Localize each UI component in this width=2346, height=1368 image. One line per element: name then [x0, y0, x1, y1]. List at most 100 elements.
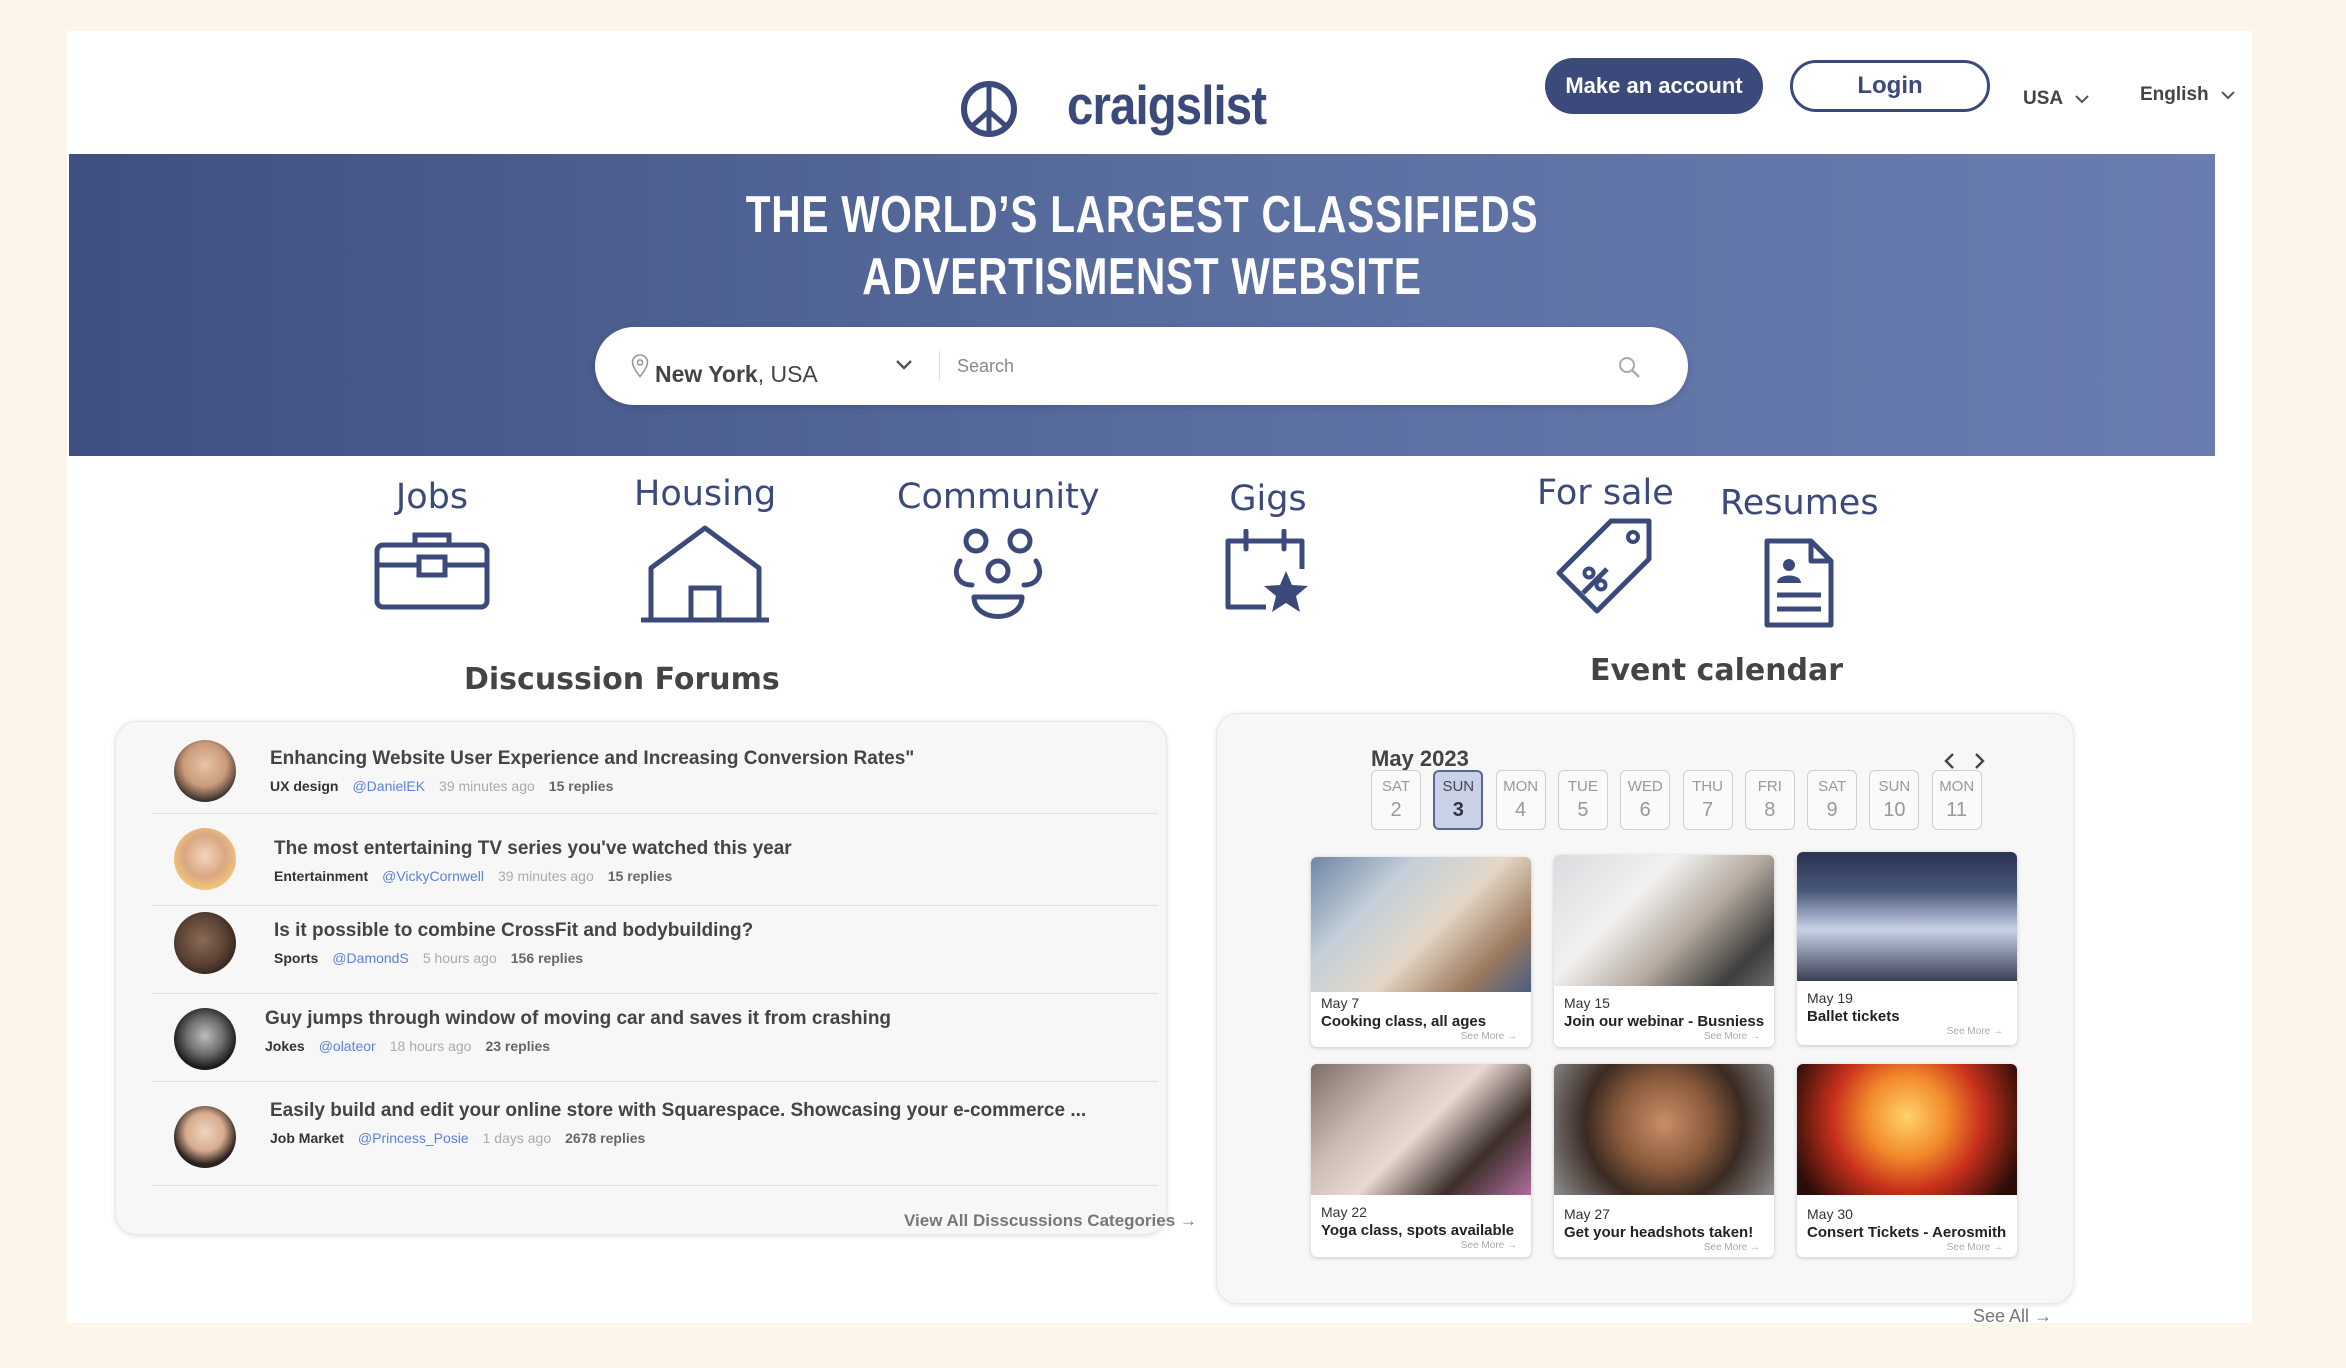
day-number: 2 [1390, 799, 1402, 821]
login-button[interactable]: Login [1790, 60, 1990, 112]
language-label: English [2140, 84, 2209, 105]
see-more-link[interactable]: See More → [1947, 1242, 2003, 1253]
forum-replies: 156 replies [510, 950, 584, 966]
category-for-sale[interactable]: For sale [1537, 473, 1674, 617]
see-all-events-link[interactable]: See All → [1973, 1306, 2052, 1327]
forum-time: 1 days ago [482, 1130, 552, 1146]
forum-row[interactable]: Easily build and edit your online store … [152, 1082, 1158, 1170]
forum-user[interactable]: @VickyCornwell [382, 868, 484, 884]
see-more-link[interactable]: See More → [1461, 1240, 1517, 1251]
forum-user[interactable]: @olateor [319, 1038, 376, 1054]
forum-category: Sports [274, 950, 319, 966]
event-title: Consert Tickets - Aerosmith [1807, 1224, 2007, 1241]
event-image [1797, 1064, 2017, 1195]
category-label: Resumes [1720, 483, 1879, 523]
logo-text[interactable]: craigslist [1067, 73, 1267, 137]
forum-user[interactable]: @Princess_Posie [358, 1130, 469, 1146]
category-gigs[interactable]: Gigs [1222, 479, 1314, 615]
event-date: May 7 [1321, 995, 1360, 1011]
event-card[interactable]: May 22 Yoga class, spots available See M… [1311, 1064, 1531, 1257]
forum-time: 39 minutes ago [439, 778, 535, 794]
category-jobs[interactable]: Jobs [373, 477, 491, 611]
day-chip[interactable]: MON 4 [1495, 770, 1546, 830]
search-input[interactable] [957, 347, 1607, 385]
forum-user[interactable]: @DamondS [332, 950, 408, 966]
event-date: May 15 [1564, 995, 1610, 1011]
forum-row[interactable]: The most entertaining TV series you've w… [152, 818, 1158, 906]
forum-row[interactable]: Enhancing Website User Experience and In… [152, 726, 1158, 814]
category-housing[interactable]: Housing [634, 474, 776, 624]
peace-logo-icon[interactable] [959, 79, 1019, 139]
event-image [1554, 855, 1774, 986]
forum-replies: 2678 replies [565, 1130, 646, 1146]
see-more-link[interactable]: See More → [1947, 1026, 2003, 1037]
day-chip[interactable]: TUE 5 [1557, 770, 1608, 830]
event-card[interactable]: May 7 Cooking class, all ages See More → [1311, 857, 1531, 1047]
event-title: Ballet tickets [1807, 1008, 1900, 1025]
see-more-link[interactable]: See More → [1704, 1031, 1760, 1042]
day-chip[interactable]: THU 7 [1682, 770, 1733, 830]
chevron-down-icon[interactable] [895, 359, 913, 371]
event-title: Get your headshots taken! [1564, 1224, 1754, 1241]
event-card[interactable]: May 19 Ballet tickets See More → [1797, 852, 2017, 1045]
calendar-month: May 2023 [1371, 746, 1469, 771]
day-chip[interactable]: SUN 10 [1869, 770, 1920, 830]
forum-time: 5 hours ago [422, 950, 497, 966]
search-icon[interactable] [1617, 355, 1641, 379]
see-more-link[interactable]: See More → [1704, 1242, 1760, 1253]
category-community[interactable]: Community [897, 477, 1100, 627]
forum-meta: Entertainment @VickyCornwell 39 minutes ag… [274, 868, 672, 884]
day-chip[interactable]: SUN 3 [1433, 770, 1484, 830]
forum-row[interactable]: Is it possible to combine CrossFit and b… [152, 906, 1158, 994]
forum-meta: Jokes @olateor 18 hours ago 23 replies [265, 1038, 550, 1054]
day-number: 7 [1701, 799, 1714, 821]
day-name: TUE [1567, 778, 1598, 795]
forum-title: Enhancing Website User Experience and In… [270, 748, 915, 769]
day-chip[interactable]: MON 11 [1931, 770, 1982, 830]
country-select[interactable]: USA [2023, 88, 2089, 110]
event-card[interactable]: May 15 Join our webinar - Busniess See M… [1554, 855, 1774, 1047]
chevron-right-icon[interactable] [1972, 752, 1986, 770]
language-select[interactable]: English [2140, 84, 2235, 106]
location-city: New York [655, 361, 758, 387]
make-account-button[interactable]: Make an account [1545, 58, 1763, 114]
day-number: 11 [1946, 799, 1968, 821]
location-select[interactable]: New York, USA [655, 361, 818, 388]
see-more-link[interactable]: See More → [1461, 1031, 1517, 1042]
day-name: MON [1503, 778, 1539, 795]
view-all-discussions-link[interactable]: View All Disscussions Categories → [904, 1211, 1197, 1231]
avatar [174, 912, 236, 974]
hero-banner: THE WORLD’S LARGEST CLASSIFIEDS ADVERTIS… [69, 154, 2215, 456]
event-title: Join our webinar - Busniess [1564, 1013, 1765, 1030]
forum-user[interactable]: @DanielEK [352, 778, 425, 794]
day-number: 4 [1515, 799, 1527, 821]
divider [152, 1185, 1158, 1186]
chevron-down-icon [2220, 90, 2235, 99]
day-name: SAT [1818, 778, 1847, 795]
see-more-label: See More [1703, 1242, 1748, 1253]
forum-title: Easily build and edit your online store … [270, 1100, 1087, 1121]
day-chip[interactable]: FRI 8 [1744, 770, 1795, 830]
chevron-left-icon[interactable] [1943, 752, 1957, 770]
event-image [1797, 852, 2017, 981]
day-chip[interactable]: SAT 2 [1371, 770, 1421, 830]
forum-title: Is it possible to combine CrossFit and b… [274, 920, 754, 941]
see-more-label: See More [1460, 1031, 1505, 1042]
arrow-right-icon: → [2034, 1306, 2053, 1326]
forum-row[interactable]: Guy jumps through window of moving car a… [152, 994, 1158, 1082]
hero-title-line1: THE WORLD’S LARGEST CLASSIFIEDS [745, 186, 1539, 244]
day-chip[interactable]: WED 6 [1620, 770, 1671, 830]
events-title: Event calendar [1590, 653, 1844, 688]
calendar-star-icon [1225, 529, 1308, 612]
event-card[interactable]: May 30 Consert Tickets - Aerosmith See M… [1797, 1064, 2017, 1257]
arrow-right-icon: → [1179, 1211, 1197, 1230]
day-chip[interactable]: SAT 9 [1807, 770, 1858, 830]
day-number: 10 [1883, 799, 1906, 821]
forums-title: Discussion Forums [464, 662, 780, 697]
see-more-label: See More [1946, 1026, 1991, 1037]
event-card[interactable]: May 27 Get your headshots taken! See Mor… [1554, 1064, 1774, 1257]
category-resumes[interactable]: Resumes [1720, 483, 1879, 629]
day-name: THU [1692, 778, 1723, 795]
events-panel: May 2023 SAT 2 SUN 3 MON 4 TUE 5 WED 6 THU 7 FRI 8 SAT… [1216, 713, 2074, 1326]
price-tag-icon [1556, 518, 1652, 614]
